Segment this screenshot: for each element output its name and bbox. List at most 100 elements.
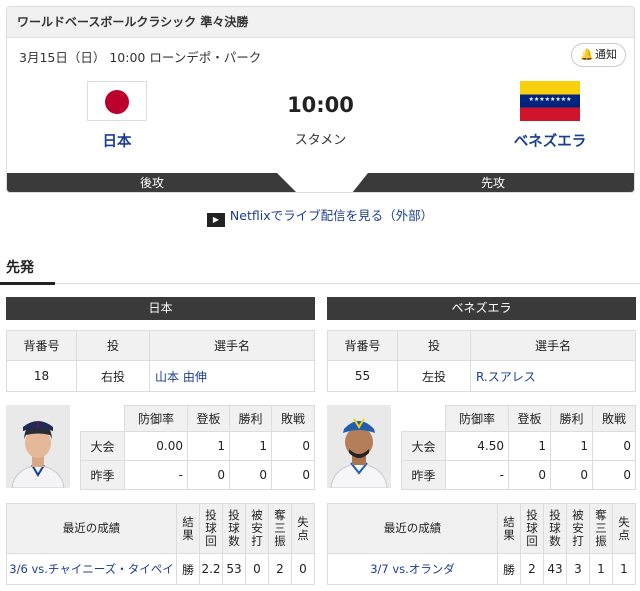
section-underline (0, 282, 55, 285)
stats-table: 防御率 登板 勝利 敗戦 大会 4.50 1 1 0 昨季 - 0 0 0 (401, 405, 636, 490)
col-pitches: 投球数 (222, 503, 246, 554)
batting-order-bar: 後攻 先攻 (7, 173, 634, 192)
divider (0, 283, 640, 284)
col-runs: 失点 (612, 503, 636, 554)
col-number: 背番号 (6, 330, 77, 361)
venezuela-pitcher-panel: ベネズエラ 背番号 投 選手名 55 左投 R.スアレス 防御率 登板 勝利 敗… (327, 297, 636, 585)
col-throw: 投 (76, 330, 150, 361)
table-row: 昨季 - 0 0 0 (401, 460, 636, 490)
col-innings: 投球回 (520, 503, 544, 554)
strikeouts-value: 2 (268, 553, 292, 585)
table-row: 大会 4.50 1 1 0 (401, 431, 636, 461)
pitcher-name-link[interactable]: R.スアレス (470, 360, 636, 392)
table-row: 昨季 - 0 0 0 (80, 460, 315, 490)
col-result: 結果 (176, 503, 200, 554)
games-value: 0 (508, 460, 551, 490)
col-result: 結果 (497, 503, 521, 554)
col-strikeouts: 奪三振 (268, 503, 292, 554)
bell-icon: 🔔 (580, 48, 594, 61)
hits-value: 0 (245, 553, 269, 585)
pitcher-throw: 左投 (397, 360, 471, 392)
era-value: - (445, 460, 509, 490)
pitcher-number: 55 (327, 360, 398, 392)
col-player: 選手名 (149, 330, 315, 361)
col-hits: 被安打 (245, 503, 269, 554)
pitches-value: 53 (222, 553, 246, 585)
team-header: 日本 (6, 297, 315, 320)
losses-value: 0 (271, 431, 315, 461)
row-label: 大会 (401, 431, 446, 461)
pitcher-table: 背番号 投 選手名 18 右投 山本 由伸 (6, 330, 315, 392)
player-photo: J (6, 405, 70, 488)
table-row: 大会 0.00 1 1 0 (80, 431, 315, 461)
pitcher-name-link[interactable]: 山本 由伸 (149, 360, 315, 392)
venezuela-flag-icon: ★★★★★★★★ (520, 81, 580, 121)
pitcher-number: 18 (6, 360, 77, 392)
table-row: 3/6 vs.チャイニーズ・タイペイ 勝 2.2 53 0 2 0 (6, 553, 315, 585)
col-hits: 被安打 (566, 503, 590, 554)
col-games: 登板 (508, 405, 551, 432)
player-photo (327, 405, 391, 488)
pitcher-table: 背番号 投 選手名 55 左投 R.スアレス (327, 330, 636, 392)
era-value: 4.50 (445, 431, 509, 461)
row-label: 大会 (80, 431, 125, 461)
games-value: 1 (187, 431, 230, 461)
recent-results-table: 最近の成績 結果 投球回 投球数 被安打 奪三振 失点 3/6 vs.チャイニー… (6, 503, 315, 585)
wins-value: 1 (229, 431, 272, 461)
runs-value: 0 (291, 553, 315, 585)
era-value: - (124, 460, 188, 490)
netflix-link[interactable]: ▶ Netflixでライブ配信を見る（外部） (0, 205, 640, 227)
notify-label: 通知 (595, 48, 617, 61)
section-title: 先発 (6, 260, 34, 276)
wins-value: 0 (550, 460, 593, 490)
col-strikeouts: 奪三振 (589, 503, 613, 554)
wins-value: 0 (229, 460, 272, 490)
innings-value: 2 (520, 553, 544, 585)
away-team-name: ベネズエラ (513, 134, 587, 150)
result-value: 勝 (176, 553, 200, 585)
away-team[interactable]: ★★★★★★★★ ベネズエラ (490, 81, 610, 151)
game-card: ワールドベースボールクラシック 準々決勝 3月15日（日） 10:00 ローンデ… (6, 6, 635, 193)
netflix-label: Netflixでライブ配信を見る（外部） (229, 208, 434, 223)
stats-table: 防御率 登板 勝利 敗戦 大会 0.00 1 1 0 昨季 - 0 0 0 (80, 405, 315, 490)
home-order: 後攻 (7, 173, 297, 192)
col-recent: 最近の成績 (327, 503, 498, 554)
recent-game-link[interactable]: 3/7 vs.オランダ (327, 553, 498, 585)
era-value: 0.00 (124, 431, 188, 461)
col-wins: 勝利 (229, 405, 272, 432)
row-label: 昨季 (80, 460, 125, 490)
col-recent: 最近の成績 (6, 503, 177, 554)
hits-value: 3 (566, 553, 590, 585)
col-games: 登板 (187, 405, 230, 432)
runs-value: 1 (612, 553, 636, 585)
col-innings: 投球回 (199, 503, 223, 554)
season-stats: 防御率 登板 勝利 敗戦 大会 4.50 1 1 0 昨季 - 0 0 0 (327, 405, 636, 490)
col-runs: 失点 (291, 503, 315, 554)
strikeouts-value: 1 (589, 553, 613, 585)
games-value: 1 (508, 431, 551, 461)
svg-text:J: J (36, 420, 39, 428)
row-label: 昨季 (401, 460, 446, 490)
pitches-value: 43 (543, 553, 567, 585)
pitcher-throw: 右投 (76, 360, 150, 392)
notify-button[interactable]: 🔔通知 (571, 43, 626, 67)
col-player: 選手名 (470, 330, 636, 361)
innings-value: 2.2 (199, 553, 223, 585)
recent-game-link[interactable]: 3/6 vs.チャイニーズ・タイペイ (6, 553, 177, 585)
season-stats: J 防御率 登板 勝利 敗戦 大会 0.00 1 1 0 昨季 - 0 0 0 (6, 405, 315, 490)
col-throw: 投 (397, 330, 471, 361)
date-venue: 3月15日（日） 10:00 ローンデポ・パーク (19, 50, 262, 65)
losses-value: 0 (592, 431, 636, 461)
losses-value: 0 (592, 460, 636, 490)
col-pitches: 投球数 (543, 503, 567, 554)
losses-value: 0 (271, 460, 315, 490)
col-era: 防御率 (124, 405, 188, 432)
table-row: 3/7 vs.オランダ 勝 2 43 3 1 1 (327, 553, 636, 585)
recent-results-table: 最近の成績 結果 投球回 投球数 被安打 奪三振 失点 3/7 vs.オランダ … (327, 503, 636, 585)
wins-value: 1 (550, 431, 593, 461)
away-order: 先攻 (352, 173, 634, 192)
games-value: 0 (187, 460, 230, 490)
col-era: 防御率 (445, 405, 509, 432)
team-header: ベネズエラ (327, 297, 636, 320)
col-wins: 勝利 (550, 405, 593, 432)
